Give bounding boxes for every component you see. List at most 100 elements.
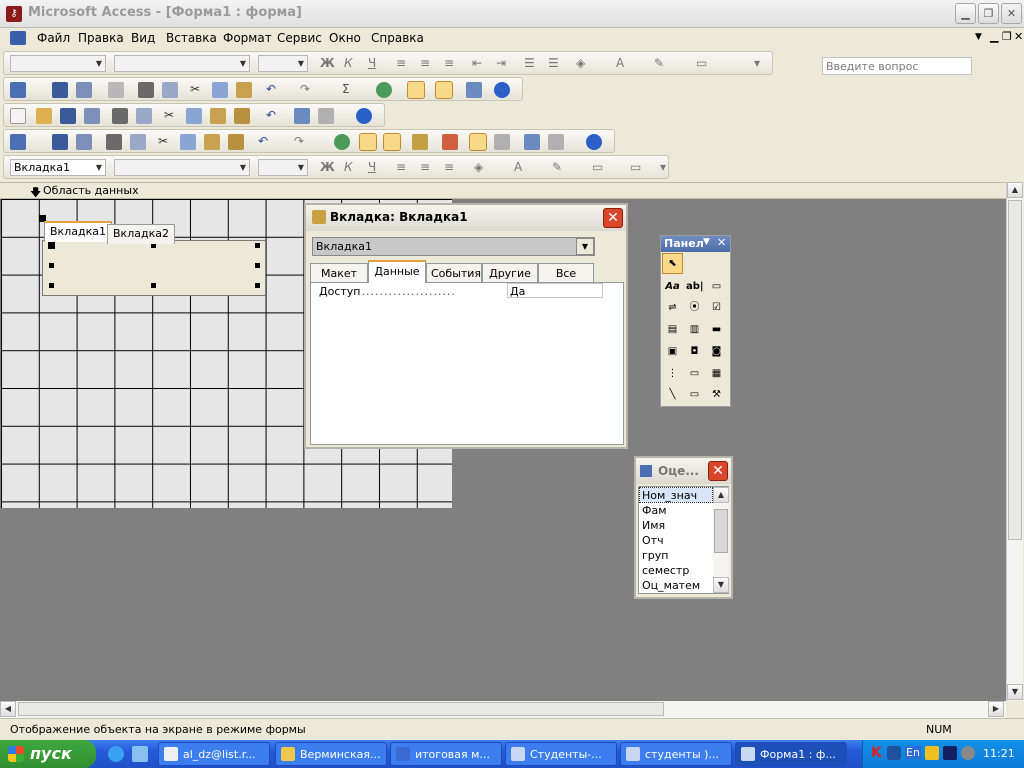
- form-tab-2[interactable]: Вкладка2: [107, 224, 175, 244]
- list-item[interactable]: Имя: [642, 519, 665, 532]
- indent-icon[interactable]: ⇥: [496, 56, 506, 70]
- hyperlink-icon[interactable]: [376, 82, 392, 98]
- align-center-icon[interactable]: ≡: [420, 56, 430, 70]
- view-icon[interactable]: [10, 134, 26, 150]
- properties-icon[interactable]: [469, 133, 487, 151]
- align-center-icon[interactable]: ≡: [420, 160, 430, 174]
- line-color-icon[interactable]: ✎: [552, 160, 562, 174]
- menu-file[interactable]: Файл: [37, 31, 70, 45]
- scroll-up-icon[interactable]: ▲: [1007, 182, 1023, 198]
- tab-control[interactable]: [42, 240, 266, 296]
- task-item-active[interactable]: Форма1 : ф...: [735, 742, 847, 766]
- cut-icon[interactable]: ✂: [158, 134, 168, 148]
- scroll-thumb[interactable]: [1008, 200, 1022, 540]
- scroll-down-icon[interactable]: ▼: [713, 577, 729, 593]
- paste-icon[interactable]: [204, 134, 220, 150]
- rectangle-icon[interactable]: ▭: [685, 385, 704, 404]
- bold-icon[interactable]: Ж: [320, 56, 335, 70]
- task-item[interactable]: al_dz@list.r...: [158, 742, 270, 766]
- font-combo[interactable]: ▼: [114, 159, 250, 176]
- italic-icon[interactable]: К: [344, 160, 353, 174]
- paste-icon[interactable]: [236, 82, 252, 98]
- help-icon[interactable]: [494, 82, 510, 98]
- toolbox-title-bar[interactable]: Панел ▼ ✕: [661, 236, 730, 252]
- font-color-icon[interactable]: A: [514, 160, 522, 174]
- horizontal-scrollbar[interactable]: ◀ ▶: [0, 701, 1006, 718]
- autoformat-icon[interactable]: [412, 134, 428, 150]
- option-group-icon[interactable]: ▭: [707, 277, 726, 296]
- scroll-left-icon[interactable]: ◀: [0, 701, 16, 717]
- label-icon[interactable]: Aa: [663, 277, 682, 296]
- chevron-down-icon[interactable]: ▾: [754, 56, 760, 70]
- cut-icon[interactable]: ✂: [190, 82, 200, 96]
- object-select[interactable]: Вкладка1: [312, 237, 595, 256]
- resize-handle[interactable]: [255, 283, 260, 288]
- size-combo[interactable]: ▼: [258, 159, 308, 176]
- tab-layout[interactable]: Макет: [310, 263, 368, 283]
- format-painter-icon[interactable]: [234, 108, 250, 124]
- save-icon[interactable]: [60, 108, 76, 124]
- fill-color-icon[interactable]: ◈: [474, 160, 483, 174]
- chevron-down-icon[interactable]: ▾: [660, 160, 666, 174]
- font-combo[interactable]: ▼: [114, 55, 250, 72]
- list-item[interactable]: Ном_знач: [642, 489, 697, 502]
- move-handle[interactable]: [48, 242, 55, 249]
- select-objects-icon[interactable]: ⬉: [662, 253, 683, 274]
- antivirus-icon[interactable]: K: [871, 745, 882, 761]
- start-button[interactable]: пуск: [0, 740, 96, 768]
- list-item[interactable]: Фам: [642, 504, 667, 517]
- fill-color-icon[interactable]: ◈: [576, 56, 585, 70]
- language-indicator[interactable]: En: [905, 746, 921, 759]
- underline-icon[interactable]: Ч: [368, 160, 376, 174]
- relationships-icon[interactable]: [294, 108, 310, 124]
- redo-icon[interactable]: ↷: [300, 82, 310, 96]
- sum-icon[interactable]: Σ: [342, 82, 350, 96]
- more-controls-icon[interactable]: ⚒: [707, 385, 726, 404]
- key-icon[interactable]: ⚷: [6, 6, 22, 22]
- undo-icon[interactable]: ↶: [266, 82, 276, 96]
- align-left-icon[interactable]: ≡: [396, 160, 406, 174]
- font-color-icon[interactable]: A: [616, 56, 624, 70]
- properties-title-bar[interactable]: Вкладка: Вкладка1 ✕: [306, 205, 626, 231]
- checkbox-icon[interactable]: ☑: [707, 298, 726, 317]
- paste-icon[interactable]: [210, 108, 226, 124]
- field-list-icon[interactable]: [359, 133, 377, 151]
- menu-view[interactable]: Вид: [131, 31, 155, 45]
- form-icon[interactable]: [10, 31, 26, 45]
- bound-object-icon[interactable]: ◙: [707, 342, 726, 361]
- chevron-down-icon[interactable]: ▼: [975, 32, 982, 42]
- object-combo[interactable]: Вкладка1 ▼: [10, 159, 106, 176]
- copy-icon[interactable]: [186, 108, 202, 124]
- image-icon[interactable]: ▣: [663, 342, 682, 361]
- print-icon[interactable]: [112, 108, 128, 124]
- section-header[interactable]: 🡇 Область данных: [0, 182, 1006, 199]
- preview-icon[interactable]: [130, 134, 146, 150]
- volume-icon[interactable]: [961, 746, 975, 760]
- task-item[interactable]: студенты )...: [620, 742, 732, 766]
- scroll-down-icon[interactable]: ▼: [1007, 684, 1023, 700]
- menu-help[interactable]: Справка: [371, 31, 424, 45]
- menu-insert[interactable]: Вставка: [166, 31, 217, 45]
- tab-events[interactable]: События: [426, 263, 482, 283]
- resize-handle[interactable]: [49, 263, 54, 268]
- code-icon[interactable]: [442, 134, 458, 150]
- doc-minimize-button[interactable]: ▁: [990, 30, 998, 43]
- scroll-right-icon[interactable]: ▶: [988, 701, 1004, 717]
- align-left-icon[interactable]: ≡: [396, 56, 406, 70]
- object-combo[interactable]: ▼: [10, 55, 106, 72]
- new-object-icon[interactable]: [318, 108, 334, 124]
- textbox-icon[interactable]: ab|: [685, 277, 704, 296]
- app-tray-icon[interactable]: [925, 746, 939, 760]
- page-break-icon[interactable]: ⋮: [663, 364, 682, 383]
- menu-window[interactable]: Окно: [329, 31, 361, 45]
- restore-button[interactable]: ❐: [978, 3, 999, 24]
- file-icon[interactable]: [108, 82, 124, 98]
- browser-icon[interactable]: [108, 746, 124, 762]
- toolbox-toggle-icon[interactable]: [383, 133, 401, 151]
- window-icon[interactable]: [466, 82, 482, 98]
- list-item[interactable]: Отч: [642, 534, 664, 547]
- subform-icon[interactable]: ▦: [707, 364, 726, 383]
- new-object-icon[interactable]: [548, 134, 564, 150]
- size-combo[interactable]: ▼: [258, 55, 308, 72]
- chevron-down-icon[interactable]: ▼: [576, 238, 594, 255]
